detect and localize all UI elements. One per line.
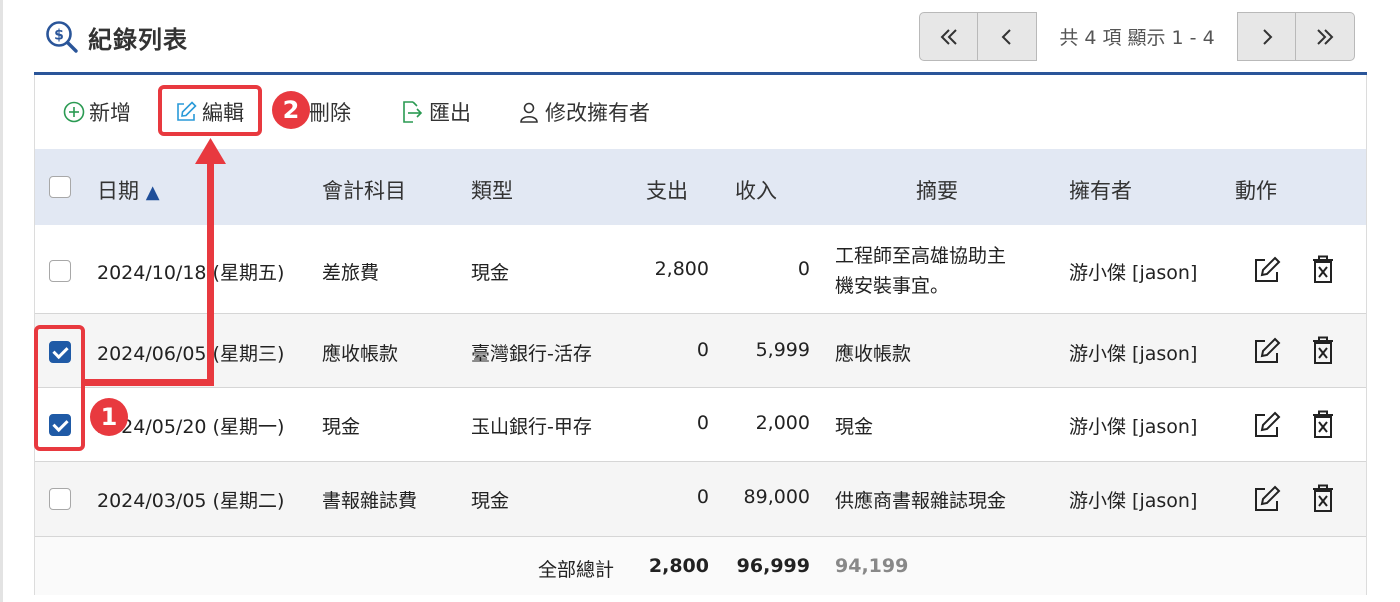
row-owner: 游小傑 [jason] <box>1069 416 1198 438</box>
col-date[interactable]: 日期 ▲ <box>97 175 160 205</box>
row-expense: 0 <box>696 486 709 508</box>
row-summary: 應收帳款 <box>835 343 912 365</box>
row-edit-icon[interactable] <box>1252 484 1282 514</box>
row-summary-line1: 工程師至高雄協助主 <box>835 245 1007 267</box>
row-summary: 供應商書報雜誌現金 <box>835 490 1007 512</box>
row-type: 現金 <box>471 262 510 284</box>
add-label: 新增 <box>89 101 131 125</box>
edit-highlight-box <box>158 85 262 136</box>
prev-page-button[interactable] <box>978 12 1037 61</box>
page-title: 紀錄列表 <box>88 25 188 54</box>
table-row: 2024/05/20 (星期一) 現金 玉山銀行-甲存 0 2,000 現金 游… <box>35 388 1366 462</box>
export-button[interactable]: 匯出 <box>399 95 471 129</box>
table-header: 日期 ▲ 會計科目 類型 支出 收入 摘要 擁有者 動作 <box>35 149 1366 225</box>
row-summary: 現金 <box>835 416 874 438</box>
row-checkbox[interactable] <box>49 488 71 510</box>
title-area: $ 紀錄列表 <box>44 19 188 55</box>
row-owner: 游小傑 [jason] <box>1069 262 1198 284</box>
row-type: 現金 <box>471 490 510 512</box>
row-income: 5,999 <box>755 339 810 361</box>
arrow-head-icon <box>195 138 226 164</box>
totals-expense: 2,800 <box>648 555 709 577</box>
select-all-checkbox[interactable] <box>49 176 71 198</box>
row-edit-icon[interactable] <box>1252 336 1282 366</box>
svg-text:$: $ <box>54 28 64 44</box>
chevron-right-icon <box>1262 28 1272 45</box>
pagination: 共 4 項 顯示 1 - 4 <box>919 12 1355 61</box>
totals-label: 全部總計 <box>538 559 615 581</box>
row-account: 應收帳款 <box>322 343 399 365</box>
row-date: 2024/03/05 (星期二) <box>97 490 285 512</box>
chevron-left-icon <box>1001 28 1011 45</box>
arrow-horizontal-segment <box>84 379 214 386</box>
row-account: 現金 <box>322 416 361 438</box>
row-delete-icon[interactable] <box>1308 410 1338 440</box>
export-label: 匯出 <box>429 101 471 125</box>
col-owner: 擁有者 <box>1069 179 1132 203</box>
row-income: 2,000 <box>755 412 810 434</box>
user-icon <box>520 102 538 123</box>
row-expense: 0 <box>696 339 709 361</box>
col-income: 收入 <box>735 179 777 203</box>
row-expense: 0 <box>696 412 709 434</box>
double-chevron-left-icon <box>940 28 957 45</box>
totals-row: 全部總計 2,800 96,999 94,199 <box>35 537 1366 595</box>
add-button[interactable]: 新增 <box>63 95 131 129</box>
export-icon <box>403 101 423 123</box>
row-expense: 2,800 <box>654 258 709 280</box>
next-page-button[interactable] <box>1237 12 1296 61</box>
row-delete-icon[interactable] <box>1308 336 1338 366</box>
row-account: 書報雜誌費 <box>322 490 418 512</box>
row-delete-icon[interactable] <box>1308 255 1338 285</box>
row-edit-icon[interactable] <box>1252 255 1282 285</box>
sort-asc-icon: ▲ <box>145 182 160 203</box>
delete-label: 刪除 <box>309 101 351 125</box>
checkbox-highlight-box <box>34 325 85 451</box>
col-summary: 摘要 <box>916 179 958 203</box>
search-dollar-icon: $ <box>46 21 78 53</box>
pagination-info: 共 4 項 顯示 1 - 4 <box>1059 27 1215 49</box>
row-checkbox[interactable] <box>49 260 71 282</box>
change-owner-button[interactable]: 修改擁有者 <box>517 95 650 129</box>
totals-income: 96,999 <box>736 555 810 577</box>
arrow-vertical-segment <box>207 160 214 386</box>
step-2-marker: 2 <box>272 91 310 129</box>
last-page-button[interactable] <box>1296 12 1355 61</box>
row-edit-icon[interactable] <box>1252 410 1282 440</box>
left-border <box>0 0 3 602</box>
col-expense: 支出 <box>646 179 688 203</box>
row-owner: 游小傑 [jason] <box>1069 490 1198 512</box>
plus-circle-icon <box>63 101 85 123</box>
row-delete-icon[interactable] <box>1308 484 1338 514</box>
records-panel: 新增 編輯 刪除 匯出 修改擁有者 日期 ▲ 會計科目 類型 支出 收入 摘要 … <box>34 75 1367 595</box>
row-type: 臺灣銀行-活存 <box>471 343 592 365</box>
first-page-button[interactable] <box>919 12 978 61</box>
totals-balance: 94,199 <box>835 555 909 577</box>
row-owner: 游小傑 [jason] <box>1069 343 1198 365</box>
row-date: 2024/10/18 (星期五) <box>97 262 285 284</box>
row-summary-line2: 機安裝事宜。 <box>835 275 950 297</box>
col-account: 會計科目 <box>322 179 406 203</box>
col-type: 類型 <box>471 179 513 203</box>
row-date: 2024/06/05 (星期三) <box>97 343 285 365</box>
change-owner-label: 修改擁有者 <box>545 101 650 125</box>
table-row: 2024/03/05 (星期二) 書報雜誌費 現金 0 89,000 供應商書報… <box>35 462 1366 537</box>
row-type: 玉山銀行-甲存 <box>471 416 592 438</box>
row-account: 差旅費 <box>322 262 380 284</box>
row-income: 0 <box>797 258 810 280</box>
double-chevron-right-icon <box>1317 28 1334 45</box>
step-1-marker: 1 <box>90 398 128 436</box>
row-income: 89,000 <box>743 486 810 508</box>
col-action: 動作 <box>1235 179 1277 203</box>
table-row: 2024/10/18 (星期五) 差旅費 現金 2,800 0 工程師至高雄協助… <box>35 225 1366 314</box>
table-row: 2024/06/05 (星期三) 應收帳款 臺灣銀行-活存 0 5,999 應收… <box>35 314 1366 388</box>
